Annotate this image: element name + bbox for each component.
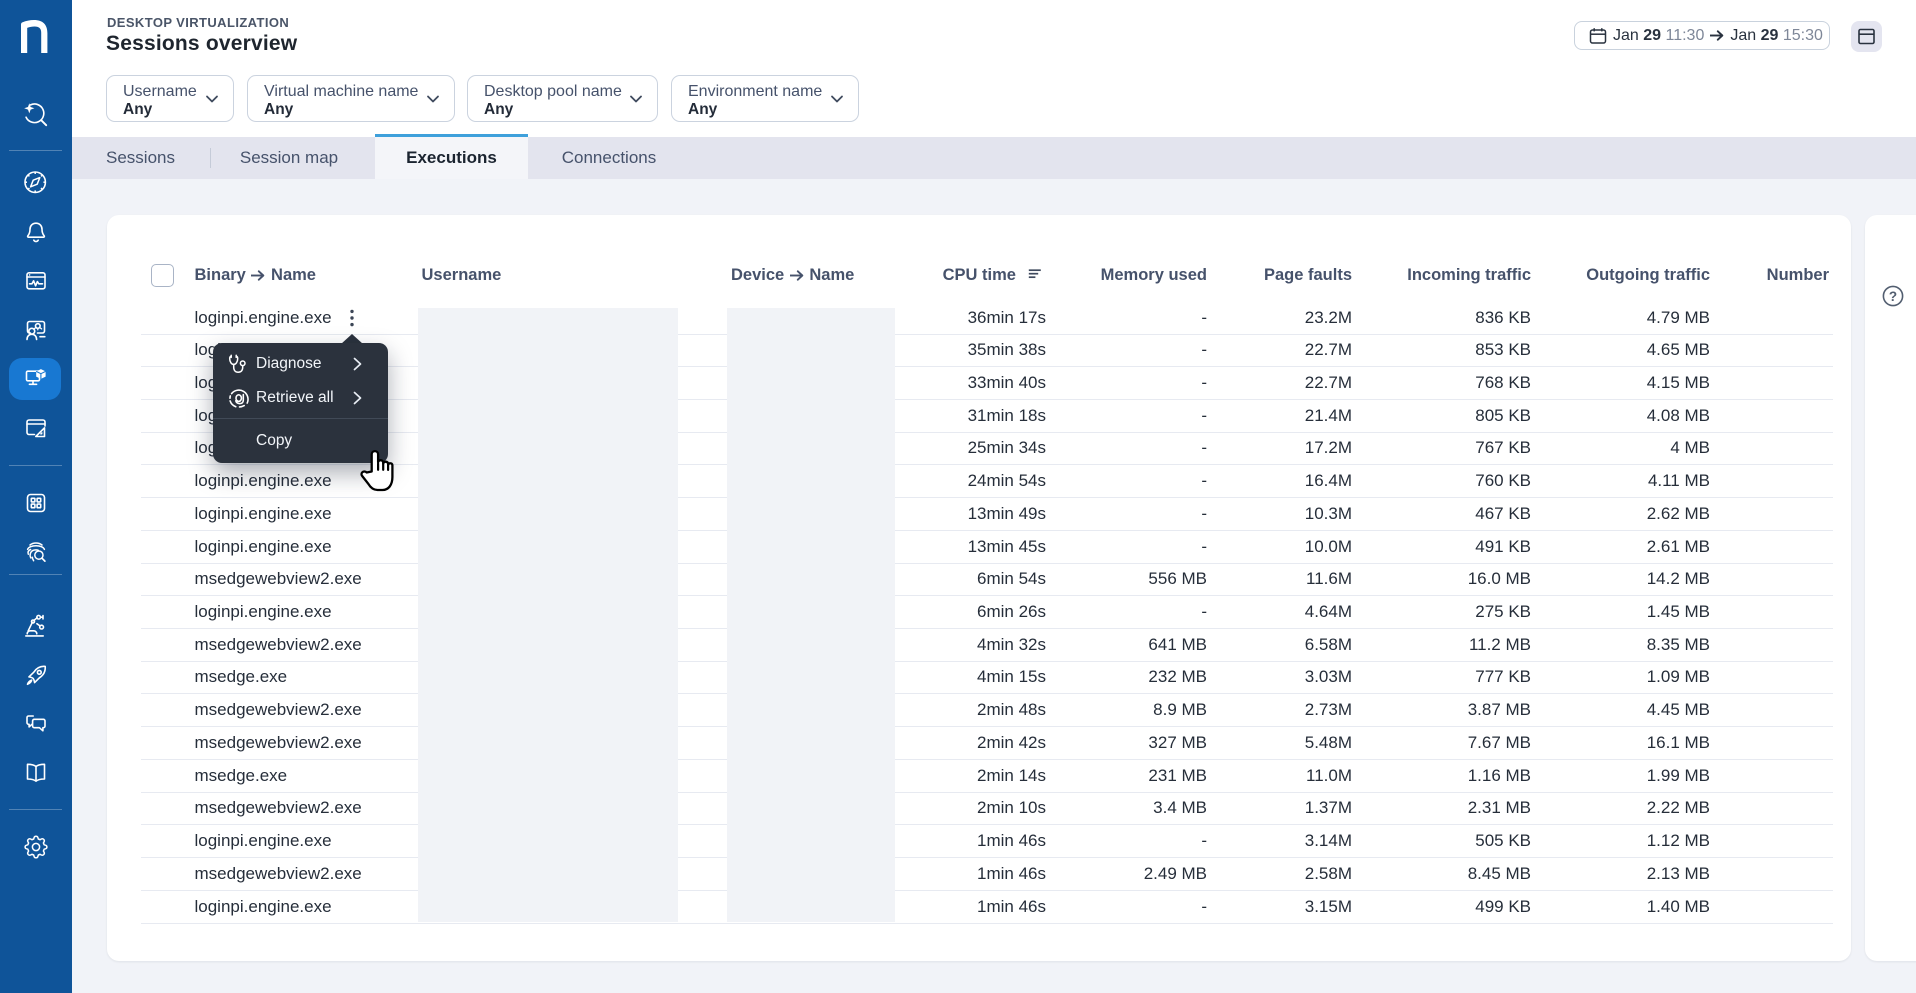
svg-text:?: ? xyxy=(1889,289,1897,304)
